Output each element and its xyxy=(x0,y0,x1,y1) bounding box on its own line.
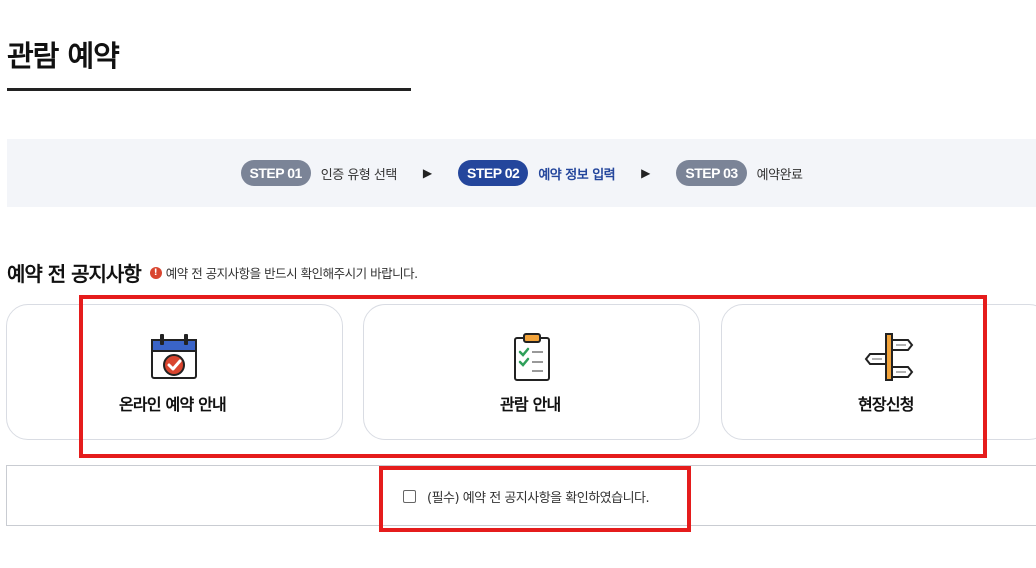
clipboard-checklist-icon xyxy=(507,332,557,382)
confirm-checkbox[interactable] xyxy=(403,490,416,503)
card-label: 온라인 예약 안내 xyxy=(119,395,227,414)
notice-heading: 예약 전 공지사항 ! 예약 전 공지사항을 반드시 확인해주시기 바랍니다. xyxy=(7,258,418,287)
step-2: STEP 02 예약 정보 입력 xyxy=(458,160,616,186)
step-arrow-icon: ▶ xyxy=(641,166,651,180)
online-reservation-guide-card[interactable]: 온라인 예약 안내 xyxy=(6,304,343,440)
step-arrow-icon: ▶ xyxy=(422,166,433,180)
confirm-label: (필수) 예약 전 공지사항을 확인하였습니다. xyxy=(427,491,650,506)
page-title: 관람 예약 xyxy=(7,39,120,73)
title-underline xyxy=(7,88,411,91)
card-label: 현장신청 xyxy=(858,395,914,414)
step-1-badge: STEP 01 xyxy=(240,160,311,186)
notice-title: 예약 전 공지사항 xyxy=(7,262,142,286)
step-2-label: 예약 정보 입력 xyxy=(538,167,616,183)
signpost-icon xyxy=(864,332,914,382)
onsite-application-card[interactable]: 현장신청 xyxy=(721,304,1036,440)
step-1: STEP 01 인증 유형 선택 xyxy=(240,160,398,186)
confirm-checkbox-row[interactable]: (필수) 예약 전 공지사항을 확인하였습니다. xyxy=(403,487,650,506)
alert-icon: ! xyxy=(149,266,162,279)
step-1-label: 인증 유형 선택 xyxy=(320,167,398,183)
step-3: STEP 03 예약완료 xyxy=(676,160,803,186)
step-indicator: STEP 01 인증 유형 선택 ▶ STEP 02 예약 정보 입력 ▶ ST… xyxy=(7,139,1036,207)
step-3-badge: STEP 03 xyxy=(676,160,747,186)
step-3-label: 예약완료 xyxy=(756,167,803,183)
viewing-guide-card[interactable]: 관람 안내 xyxy=(363,304,700,440)
notice-description: 예약 전 공지사항을 반드시 확인해주시기 바랍니다. xyxy=(165,266,418,281)
calendar-check-icon xyxy=(149,332,199,382)
card-label: 관람 안내 xyxy=(500,395,561,414)
step-2-badge: STEP 02 xyxy=(458,160,529,186)
